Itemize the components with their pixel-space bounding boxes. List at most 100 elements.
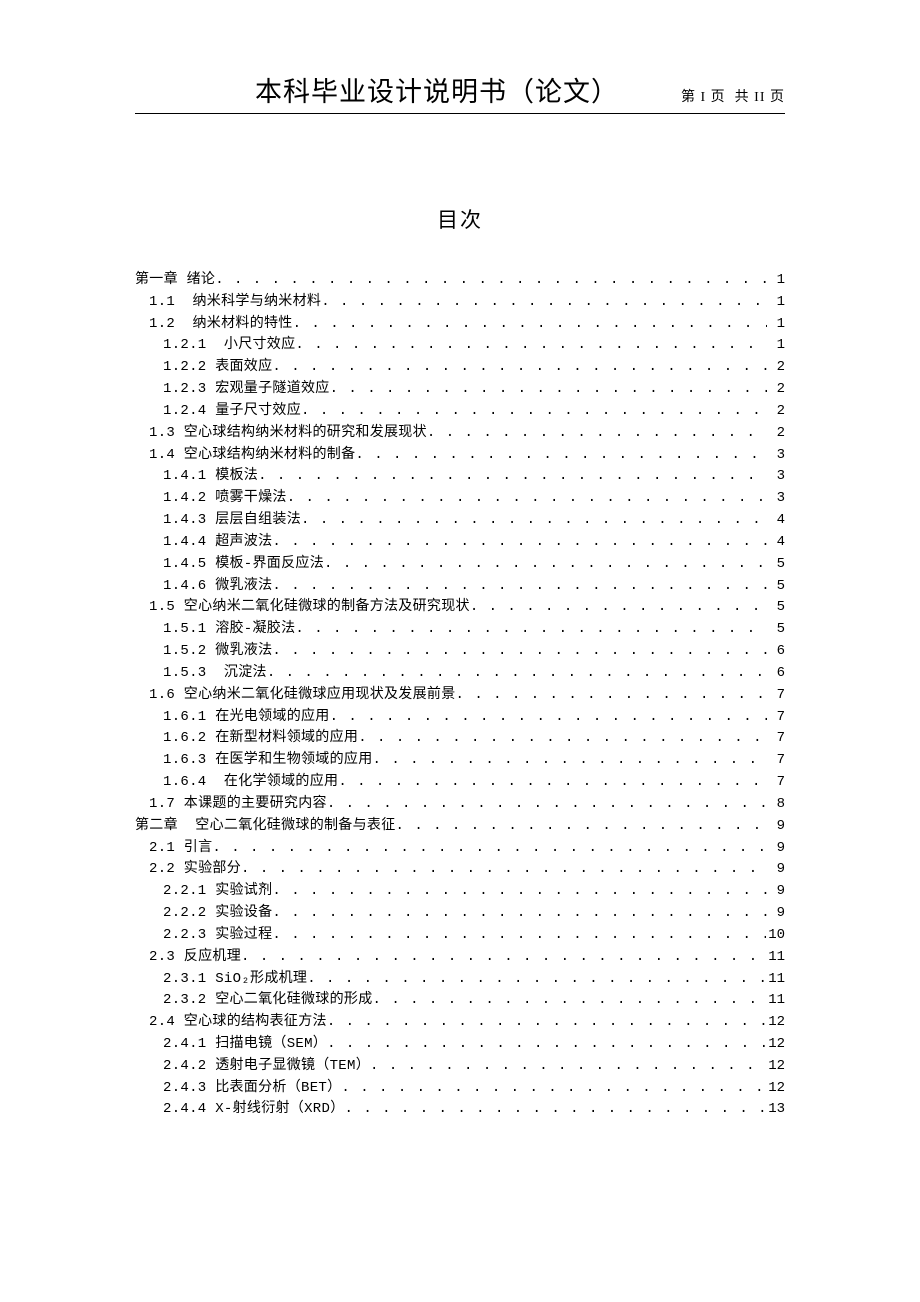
toc-entry-label: 1.4.6 微乳液法 bbox=[163, 576, 272, 598]
toc-entry-page: 11 bbox=[766, 947, 785, 969]
toc-leader-dots bbox=[272, 881, 767, 903]
toc-entry-page: 1 bbox=[767, 292, 785, 314]
toc-entry-label: 1.7 本课题的主要研究内容 bbox=[149, 794, 327, 816]
toc-entry-label: 1.6.4 在化学领域的应用 bbox=[163, 772, 338, 794]
toc-entry-label: 1.2.1 小尺寸效应 bbox=[163, 335, 295, 357]
toc-entry-page: 12 bbox=[766, 1056, 785, 1078]
toc-entry-page: 4 bbox=[767, 510, 785, 532]
toc-leader-dots bbox=[321, 292, 767, 314]
toc-entry-page: 2 bbox=[767, 401, 785, 423]
toc-line: 2.4.3 比表面分析（BET） 12 bbox=[135, 1078, 785, 1100]
toc-entry-label: 1.2.4 量子尺寸效应 bbox=[163, 401, 301, 423]
toc-entry-page: 8 bbox=[767, 794, 785, 816]
toc-line: 1.2.3 宏观量子隧道效应 2 bbox=[135, 379, 785, 401]
toc-leader-dots bbox=[358, 728, 767, 750]
toc-entry-page: 12 bbox=[766, 1034, 785, 1056]
toc-leader-dots bbox=[267, 663, 767, 685]
toc-entry-label: 1.4.1 模板法 bbox=[163, 466, 258, 488]
toc-line: 2.3 反应机理 11 bbox=[135, 947, 785, 969]
toc-entry-page: 5 bbox=[767, 554, 785, 576]
toc-leader-dots bbox=[355, 445, 767, 467]
toc-leader-dots bbox=[373, 990, 767, 1012]
toc-line: 2.2.3 实验过程 10 bbox=[135, 925, 785, 947]
toc-line: 1.2.1 小尺寸效应 1 bbox=[135, 335, 785, 357]
toc-leader-dots bbox=[272, 576, 767, 598]
toc-leader-dots bbox=[327, 1034, 766, 1056]
toc-entry-label: 第二章 空心二氧化硅微球的制备与表征 bbox=[135, 816, 396, 838]
toc-line: 1.6.1 在光电领域的应用 7 bbox=[135, 707, 785, 729]
toc-entry-page: 3 bbox=[767, 445, 785, 467]
toc-leader-dots bbox=[330, 707, 767, 729]
page-header: 本科毕业设计说明书（论文） 第 I 页 共 II 页 bbox=[135, 70, 785, 109]
toc-entry-page: 3 bbox=[767, 466, 785, 488]
toc-leader-dots bbox=[272, 357, 767, 379]
toc-leader-dots bbox=[295, 335, 767, 357]
toc-entry-page: 6 bbox=[767, 663, 785, 685]
toc-leader-dots bbox=[307, 969, 766, 991]
toc-heading: 目次 bbox=[135, 204, 785, 234]
toc-line: 1.6.3 在医学和生物领域的应用 7 bbox=[135, 750, 785, 772]
toc-entry-page: 5 bbox=[767, 597, 785, 619]
toc-entry-page: 9 bbox=[767, 881, 785, 903]
toc-line: 2.2 实验部分 9 bbox=[135, 859, 785, 881]
toc-entry-page: 5 bbox=[767, 576, 785, 598]
toc-entry-label: 1.2 纳米材料的特性 bbox=[149, 314, 293, 336]
toc-leader-dots bbox=[370, 1056, 766, 1078]
toc-entry-page: 5 bbox=[767, 619, 785, 641]
toc-line: 1.4.1 模板法 3 bbox=[135, 466, 785, 488]
toc-line: 1.4.4 超声波法 4 bbox=[135, 532, 785, 554]
toc-line: 1.4.5 模板-界面反应法 5 bbox=[135, 554, 785, 576]
toc-entry-page: 1 bbox=[767, 314, 785, 336]
toc-leader-dots bbox=[456, 685, 767, 707]
toc-entry-label: 1.5 空心纳米二氧化硅微球的制备方法及研究现状 bbox=[149, 597, 470, 619]
toc-line: 2.3.2 空心二氧化硅微球的形成 11 bbox=[135, 990, 785, 1012]
toc-line: 1.6.4 在化学领域的应用 7 bbox=[135, 772, 785, 794]
toc-line: 2.4.4 X-射线衍射（XRD） 13 bbox=[135, 1099, 785, 1121]
toc-entry-label: 2.4.2 透射电子显微镜（TEM） bbox=[163, 1056, 370, 1078]
toc-entry-page: 12 bbox=[766, 1078, 785, 1100]
page-number-indicator: 第 I 页 共 II 页 bbox=[681, 86, 785, 106]
toc-leader-dots bbox=[287, 488, 767, 510]
toc-entry-label: 2.2.3 实验过程 bbox=[163, 925, 272, 947]
document-title: 本科毕业设计说明书（论文） bbox=[255, 70, 619, 109]
toc-leader-dots bbox=[301, 401, 767, 423]
toc-entry-label: 2.3.1 SiO₂形成机理 bbox=[163, 969, 307, 991]
toc-entry-page: 1 bbox=[767, 270, 785, 292]
toc-line: 1.2.4 量子尺寸效应 2 bbox=[135, 401, 785, 423]
toc-leader-dots bbox=[241, 947, 766, 969]
toc-leader-dots bbox=[338, 772, 767, 794]
toc-entry-page: 1 bbox=[767, 335, 785, 357]
toc-leader-dots bbox=[293, 314, 767, 336]
toc-line: 2.4 空心球的结构表征方法 12 bbox=[135, 1012, 785, 1034]
toc-entry-label: 1.4 空心球结构纳米材料的制备 bbox=[149, 445, 355, 467]
toc-entry-label: 1.4.5 模板-界面反应法 bbox=[163, 554, 324, 576]
toc-entry-page: 9 bbox=[767, 838, 785, 860]
table-of-contents: 第一章 绪论 11.1 纳米科学与纳米材料 11.2 纳米材料的特性 11.2.… bbox=[135, 270, 785, 1121]
toc-entry-label: 2.3 反应机理 bbox=[149, 947, 241, 969]
toc-line: 1.5.3 沉淀法 6 bbox=[135, 663, 785, 685]
toc-entry-page: 2 bbox=[767, 423, 785, 445]
toc-line: 1.7 本课题的主要研究内容 8 bbox=[135, 794, 785, 816]
toc-leader-dots bbox=[396, 816, 767, 838]
toc-line: 2.3.1 SiO₂形成机理 11 bbox=[135, 969, 785, 991]
toc-entry-label: 1.4.4 超声波法 bbox=[163, 532, 272, 554]
toc-line: 2.2.2 实验设备 9 bbox=[135, 903, 785, 925]
toc-line: 1.3 空心球结构纳米材料的研究和发展现状 2 bbox=[135, 423, 785, 445]
toc-line: 1.4.3 层层自组装法 4 bbox=[135, 510, 785, 532]
toc-entry-label: 1.6.1 在光电领域的应用 bbox=[163, 707, 330, 729]
toc-entry-page: 7 bbox=[767, 685, 785, 707]
toc-line: 1.2 纳米材料的特性 1 bbox=[135, 314, 785, 336]
toc-entry-page: 7 bbox=[767, 707, 785, 729]
toc-line: 2.4.2 透射电子显微镜（TEM） 12 bbox=[135, 1056, 785, 1078]
toc-entry-page: 10 bbox=[766, 925, 785, 947]
toc-entry-page: 11 bbox=[766, 969, 785, 991]
toc-leader-dots bbox=[427, 423, 767, 445]
toc-line: 2.4.1 扫描电镜（SEM） 12 bbox=[135, 1034, 785, 1056]
toc-leader-dots bbox=[272, 532, 767, 554]
toc-line: 第二章 空心二氧化硅微球的制备与表征 9 bbox=[135, 816, 785, 838]
toc-line: 第一章 绪论 1 bbox=[135, 270, 785, 292]
toc-leader-dots bbox=[327, 1012, 766, 1034]
toc-leader-dots bbox=[241, 859, 767, 881]
toc-entry-page: 6 bbox=[767, 641, 785, 663]
toc-entry-page: 9 bbox=[767, 903, 785, 925]
